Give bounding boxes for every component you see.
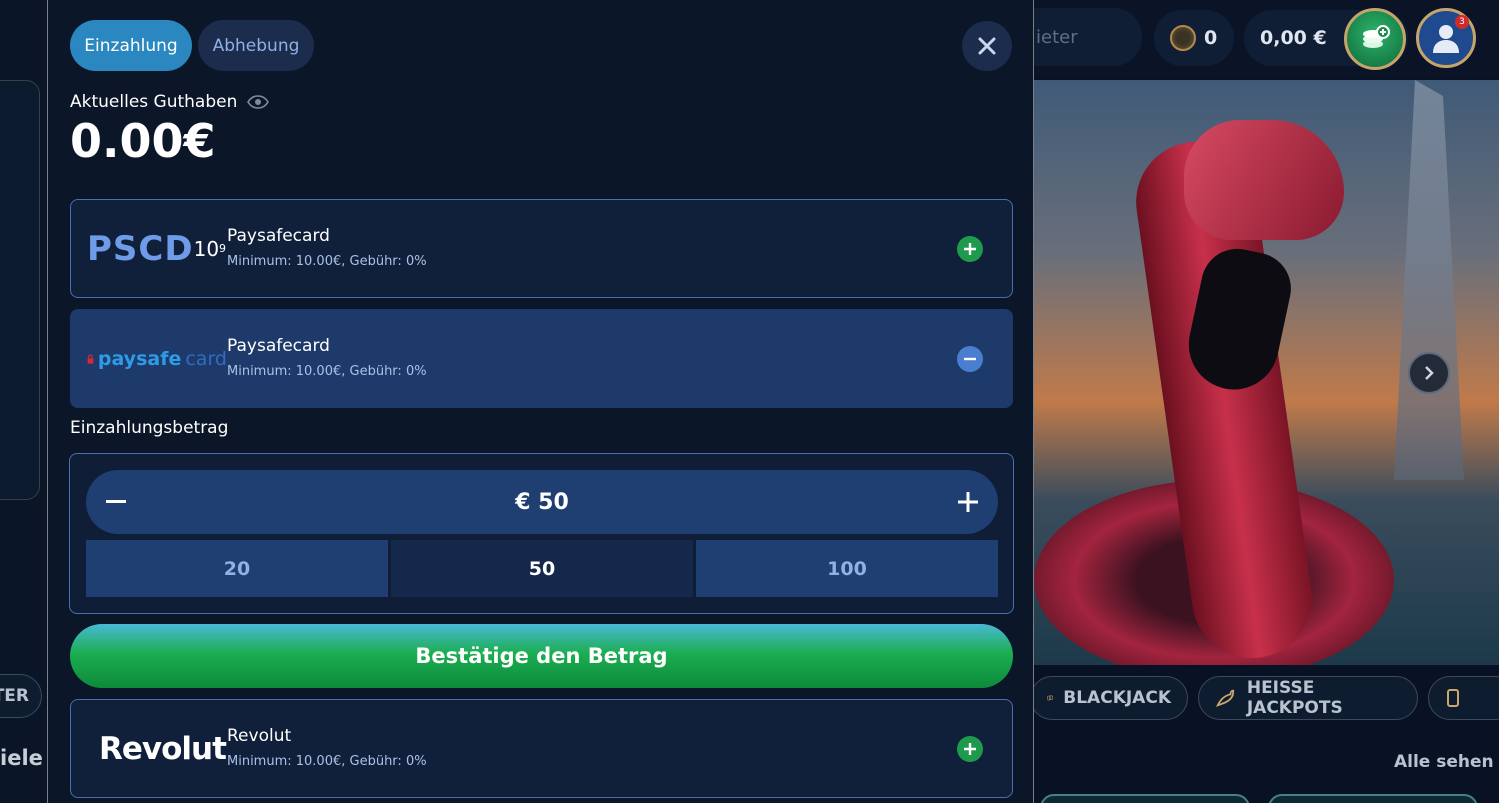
pscd-logo-sup: 10 xyxy=(193,236,220,261)
revolut-logo-text: Revolut xyxy=(99,730,227,767)
category-more-partial[interactable] xyxy=(1428,676,1499,720)
remove-method-button[interactable] xyxy=(957,346,983,372)
payment-method-pscd[interactable]: PSCD 10 9 Paysafecard Minimum: 10.00€, G… xyxy=(70,199,1013,298)
minus-icon xyxy=(106,500,126,503)
add-method-button[interactable] xyxy=(957,236,983,262)
left-game-card[interactable] xyxy=(0,80,40,500)
partial-icon xyxy=(1447,689,1459,707)
paysafecard-logo-text: paysafe xyxy=(97,347,182,370)
tab-deposit[interactable]: Einzahlung xyxy=(70,20,192,71)
coins-stack-icon xyxy=(1363,25,1390,48)
game-card-partial[interactable] xyxy=(1268,794,1478,803)
increase-amount-button[interactable] xyxy=(938,470,998,534)
chili-icon xyxy=(1215,689,1235,707)
category-hot-jackpots[interactable]: HEISSE JACKPOTS xyxy=(1198,676,1418,720)
banner-tower xyxy=(1394,80,1464,480)
deposit-modal: Einzahlung Abhebung Aktuelles Guthaben 0… xyxy=(47,0,1034,803)
amount-stepper: € 50 xyxy=(86,470,998,534)
preset-amount-20[interactable]: 20 xyxy=(86,540,388,597)
category-label: BLACKJACK xyxy=(1063,688,1171,708)
pscd-logo-text: PSCD xyxy=(87,228,194,269)
close-icon xyxy=(978,37,996,55)
preset-amount-100[interactable]: 100 xyxy=(696,540,998,597)
paysafecard-logo-text2: card xyxy=(185,347,227,370)
close-button[interactable] xyxy=(962,21,1012,71)
paysafecard-logo: paysafe card xyxy=(87,310,227,407)
pscd-logo: PSCD 10 9 xyxy=(87,200,227,297)
category-pill-partial[interactable]: TER xyxy=(0,674,42,718)
tab-withdrawal[interactable]: Abhebung xyxy=(198,20,314,71)
game-card-partial[interactable] xyxy=(1040,794,1250,803)
payment-method-revolut[interactable]: Revolut Revolut Minimum: 10.00€, Gebühr:… xyxy=(70,699,1013,798)
payment-method-name: Revolut xyxy=(227,726,292,746)
pscd-logo-sup2: 9 xyxy=(219,242,227,255)
plus-circle-icon xyxy=(964,743,976,755)
add-method-button[interactable] xyxy=(957,736,983,762)
payment-method-meta: Minimum: 10.00€, Gebühr: 0% xyxy=(227,254,427,269)
banner-flamingo-head xyxy=(1184,120,1344,240)
cards-icon xyxy=(1047,695,1054,701)
preset-amount-50[interactable]: 50 xyxy=(391,540,693,597)
balance-label: Aktuelles Guthaben xyxy=(70,92,238,112)
minus-circle-icon xyxy=(964,357,976,361)
deposit-amount-box: € 50 20 50 100 xyxy=(69,453,1014,614)
category-label: HEISSE JACKPOTS xyxy=(1246,678,1343,718)
coins-chip[interactable]: 0 xyxy=(1154,10,1234,66)
revolut-logo: Revolut xyxy=(87,700,227,797)
deposit-amount-label: Einzahlungsbetrag xyxy=(70,418,229,438)
coin-icon xyxy=(1170,25,1196,51)
lock-icon xyxy=(87,354,94,364)
notification-badge: 3 xyxy=(1455,15,1469,29)
promo-banner[interactable] xyxy=(1034,80,1499,665)
user-avatar-button[interactable]: 3 xyxy=(1416,8,1476,68)
payment-method-paysafecard[interactable]: paysafe card Paysafecard Minimum: 10.00€,… xyxy=(70,309,1013,408)
amount-presets: 20 50 100 xyxy=(86,540,998,597)
plus-circle-icon xyxy=(964,243,976,255)
chevron-right-icon xyxy=(1425,366,1434,380)
balance-value: 0.00€ xyxy=(70,114,216,168)
coins-count: 0 xyxy=(1204,27,1218,49)
banner-next-button[interactable] xyxy=(1408,352,1450,394)
header-balance: 0,00 € xyxy=(1260,27,1327,49)
category-blackjack[interactable]: BLACKJACK xyxy=(1030,676,1188,720)
amount-value[interactable]: € 50 xyxy=(86,470,998,534)
confirm-amount-button[interactable]: Bestätige den Betrag xyxy=(70,624,1013,688)
balance-label-row: Aktuelles Guthaben xyxy=(70,92,270,112)
payment-method-meta: Minimum: 10.00€, Gebühr: 0% xyxy=(227,364,427,379)
user-icon xyxy=(1433,25,1459,53)
eye-icon[interactable] xyxy=(247,95,270,109)
payment-method-meta: Minimum: 10.00€, Gebühr: 0% xyxy=(227,754,427,769)
deposit-tabs: Einzahlung Abhebung xyxy=(70,20,314,71)
payment-method-name: Paysafecard xyxy=(227,226,330,246)
decrease-amount-button[interactable] xyxy=(86,470,146,534)
section-heading-partial: iele xyxy=(0,746,43,770)
wallet-button[interactable] xyxy=(1344,8,1406,70)
payment-method-name: Paysafecard xyxy=(227,336,330,356)
plus-icon xyxy=(958,492,978,512)
see-all-link[interactable]: Alle sehen xyxy=(1394,752,1494,772)
